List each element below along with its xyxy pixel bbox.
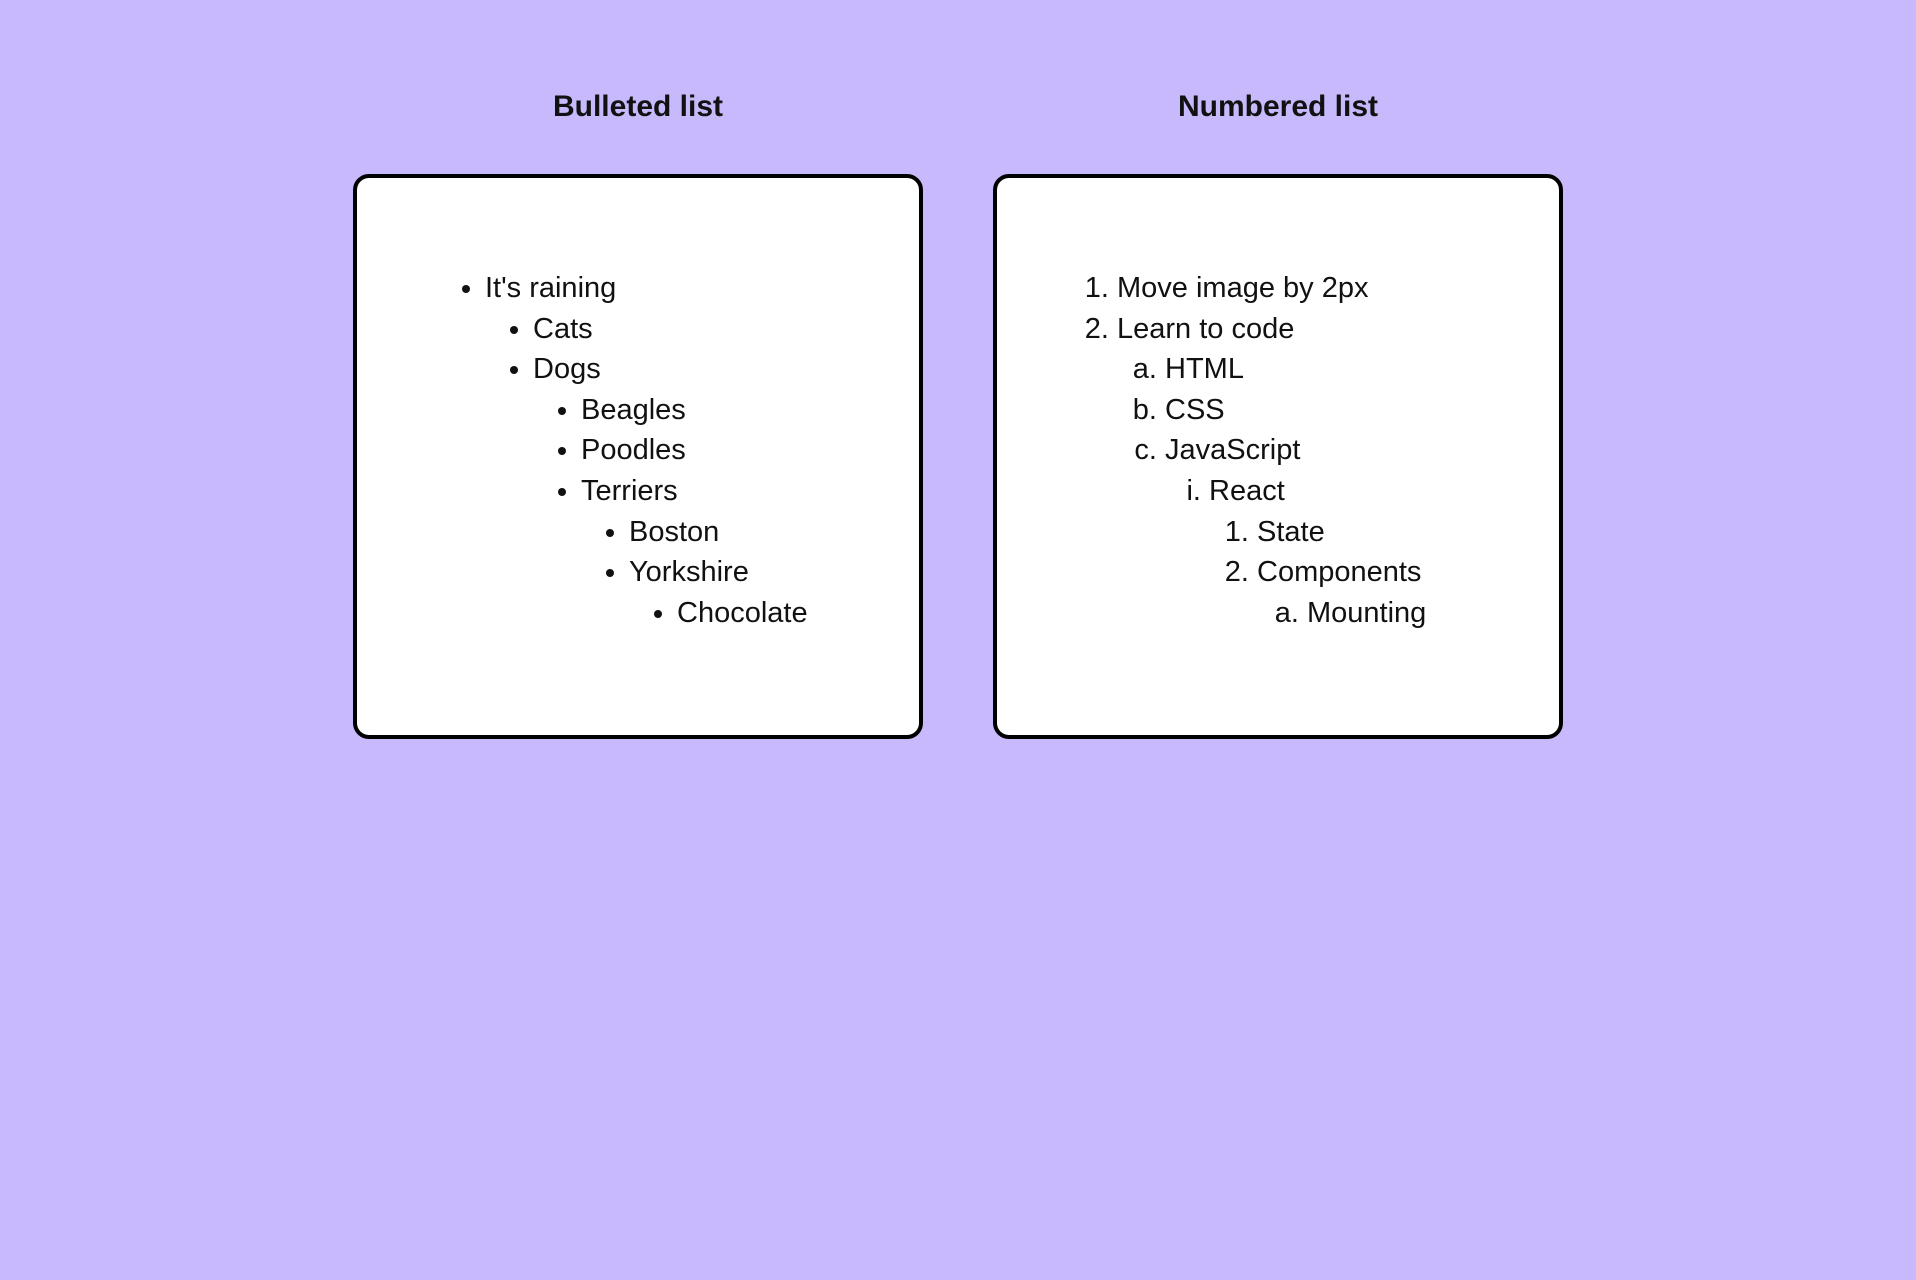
- list-item: Chocolate: [677, 593, 849, 634]
- numbered-sublist: State Components Mounting: [1209, 512, 1489, 634]
- list-item-text: Learn to code: [1117, 313, 1294, 345]
- numbered-card: Move image by 2px Learn to code HTML CSS…: [993, 174, 1563, 739]
- list-item: React State Components Mounting: [1209, 471, 1489, 633]
- list-item: Move image by 2px: [1117, 268, 1489, 309]
- list-item-text: Dogs: [533, 353, 601, 385]
- list-item-text: Yorkshire: [629, 556, 749, 588]
- list-item: Terriers Boston Yorkshire Chocolate: [581, 471, 849, 633]
- bulleted-heading: Bulleted list: [553, 90, 723, 124]
- list-item-text: JavaScript: [1165, 434, 1300, 466]
- bulleted-sublist: Chocolate: [629, 593, 849, 634]
- list-item: HTML: [1165, 349, 1489, 390]
- list-item: It's raining Cats Dogs Beagles Poodles T…: [485, 268, 849, 633]
- numbered-sublist: React State Components Mounting: [1165, 471, 1489, 633]
- list-item: State: [1257, 512, 1489, 553]
- list-item: Learn to code HTML CSS JavaScript React …: [1117, 309, 1489, 634]
- numbered-column: Numbered list Move image by 2px Learn to…: [993, 90, 1563, 1190]
- list-item: Yorkshire Chocolate: [629, 552, 849, 633]
- list-item: Components Mounting: [1257, 552, 1489, 633]
- list-item: CSS: [1165, 390, 1489, 431]
- list-item-text: React: [1209, 475, 1285, 507]
- numbered-sublist: HTML CSS JavaScript React State Componen…: [1117, 349, 1489, 633]
- list-item: Mounting: [1307, 593, 1489, 634]
- numbered-heading: Numbered list: [1178, 90, 1378, 124]
- list-item: Cats: [533, 309, 849, 350]
- list-item: Beagles: [581, 390, 849, 431]
- bulleted-column: Bulleted list It's raining Cats Dogs Bea…: [353, 90, 923, 1190]
- list-item-text: It's raining: [485, 272, 616, 304]
- bulleted-sublist: Boston Yorkshire Chocolate: [581, 512, 849, 634]
- bulleted-sublist: Beagles Poodles Terriers Boston Yorkshir…: [533, 390, 849, 634]
- list-item: JavaScript React State Components Mount: [1165, 430, 1489, 633]
- bulleted-list-root: It's raining Cats Dogs Beagles Poodles T…: [437, 268, 849, 633]
- list-item: Poodles: [581, 430, 849, 471]
- list-item-text: Components: [1257, 556, 1421, 588]
- numbered-list-root: Move image by 2px Learn to code HTML CSS…: [1077, 268, 1489, 633]
- bulleted-sublist: Cats Dogs Beagles Poodles Terriers Bosto…: [485, 309, 849, 634]
- list-item: Dogs Beagles Poodles Terriers Boston Yor…: [533, 349, 849, 633]
- bulleted-card: It's raining Cats Dogs Beagles Poodles T…: [353, 174, 923, 739]
- list-item: Boston: [629, 512, 849, 553]
- numbered-sublist: Mounting: [1257, 593, 1489, 634]
- list-item-text: Terriers: [581, 475, 678, 507]
